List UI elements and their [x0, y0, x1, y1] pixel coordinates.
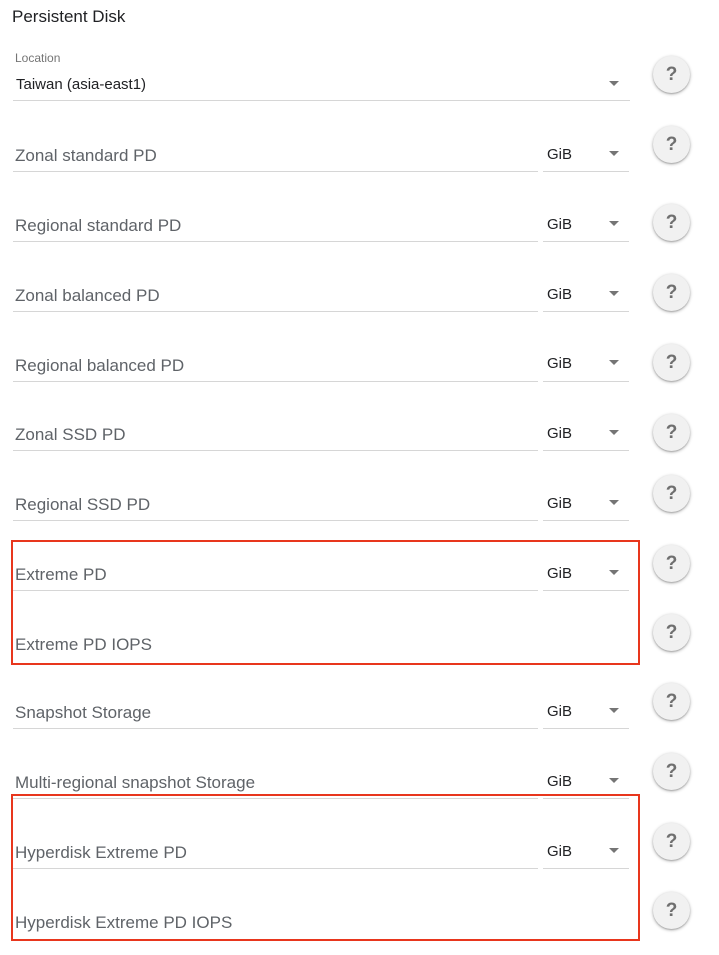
unit-select-zonal-balanced-pd[interactable]: GiB	[547, 286, 572, 303]
unit-select-hyperdisk-extreme-pd[interactable]: GiB	[547, 843, 572, 860]
field-underline	[13, 171, 538, 172]
unit-dropdown-arrow-icon[interactable]	[609, 221, 619, 226]
field-input-hyperdisk-extreme-pd-iops[interactable]: Hyperdisk Extreme PD IOPS	[15, 913, 232, 933]
field-input-extreme-pd-iops[interactable]: Extreme PD IOPS	[15, 635, 152, 655]
unit-underline	[543, 868, 629, 869]
field-underline	[13, 728, 538, 729]
field-underline	[13, 311, 538, 312]
help-button-multi-regional-snapshot-storage[interactable]: ?	[653, 753, 690, 790]
field-input-regional-standard-pd[interactable]: Regional standard PD	[15, 216, 181, 236]
unit-select-regional-standard-pd[interactable]: GiB	[547, 216, 572, 233]
unit-dropdown-arrow-icon[interactable]	[609, 570, 619, 575]
section-title: Persistent Disk	[12, 7, 126, 26]
help-button-regional-ssd-pd[interactable]: ?	[653, 475, 690, 512]
unit-dropdown-arrow-icon[interactable]	[609, 291, 619, 296]
location-dropdown-arrow-icon[interactable]	[609, 81, 619, 86]
unit-underline	[543, 450, 629, 451]
field-input-regional-balanced-pd[interactable]: Regional balanced PD	[15, 356, 184, 376]
help-button-zonal-balanced-pd[interactable]: ?	[653, 274, 690, 311]
unit-select-zonal-ssd-pd[interactable]: GiB	[547, 425, 572, 442]
location-underline	[13, 100, 630, 101]
field-underline	[13, 868, 538, 869]
field-input-extreme-pd[interactable]: Extreme PD	[15, 565, 107, 585]
unit-underline	[543, 241, 629, 242]
unit-underline	[543, 381, 629, 382]
field-input-zonal-ssd-pd[interactable]: Zonal SSD PD	[15, 425, 126, 445]
unit-dropdown-arrow-icon[interactable]	[609, 500, 619, 505]
help-button-hyperdisk-extreme-pd-iops[interactable]: ?	[653, 892, 690, 929]
help-button-regional-balanced-pd[interactable]: ?	[653, 344, 690, 381]
location-help-button[interactable]: ?	[653, 56, 690, 93]
unit-underline	[543, 171, 629, 172]
field-input-zonal-balanced-pd[interactable]: Zonal balanced PD	[15, 286, 160, 306]
location-label: Location	[15, 51, 61, 65]
unit-dropdown-arrow-icon[interactable]	[609, 778, 619, 783]
field-underline	[13, 590, 538, 591]
field-input-snapshot-storage[interactable]: Snapshot Storage	[15, 703, 151, 723]
help-button-regional-standard-pd[interactable]: ?	[653, 204, 690, 241]
unit-dropdown-arrow-icon[interactable]	[609, 708, 619, 713]
unit-select-extreme-pd[interactable]: GiB	[547, 565, 572, 582]
help-button-extreme-pd-iops[interactable]: ?	[653, 614, 690, 651]
help-button-extreme-pd[interactable]: ?	[653, 545, 690, 582]
unit-dropdown-arrow-icon[interactable]	[609, 430, 619, 435]
location-value[interactable]: Taiwan (asia-east1)	[16, 76, 146, 93]
help-button-snapshot-storage[interactable]: ?	[653, 683, 690, 720]
field-input-multi-regional-snapshot-storage[interactable]: Multi-regional snapshot Storage	[15, 773, 255, 793]
unit-dropdown-arrow-icon[interactable]	[609, 151, 619, 156]
unit-select-zonal-standard-pd[interactable]: GiB	[547, 146, 572, 163]
unit-select-regional-balanced-pd[interactable]: GiB	[547, 355, 572, 372]
unit-underline	[543, 728, 629, 729]
unit-underline	[543, 520, 629, 521]
unit-select-snapshot-storage[interactable]: GiB	[547, 703, 572, 720]
unit-dropdown-arrow-icon[interactable]	[609, 360, 619, 365]
unit-underline	[543, 590, 629, 591]
field-underline	[13, 381, 538, 382]
field-underline	[13, 450, 538, 451]
field-underline	[13, 520, 538, 521]
field-input-zonal-standard-pd[interactable]: Zonal standard PD	[15, 146, 157, 166]
field-underline	[13, 241, 538, 242]
unit-underline	[543, 311, 629, 312]
help-button-zonal-ssd-pd[interactable]: ?	[653, 414, 690, 451]
unit-select-multi-regional-snapshot-storage[interactable]: GiB	[547, 773, 572, 790]
field-input-hyperdisk-extreme-pd[interactable]: Hyperdisk Extreme PD	[15, 843, 187, 863]
field-input-regional-ssd-pd[interactable]: Regional SSD PD	[15, 495, 150, 515]
help-button-zonal-standard-pd[interactable]: ?	[653, 126, 690, 163]
help-button-hyperdisk-extreme-pd[interactable]: ?	[653, 823, 690, 860]
unit-select-regional-ssd-pd[interactable]: GiB	[547, 495, 572, 512]
unit-dropdown-arrow-icon[interactable]	[609, 848, 619, 853]
